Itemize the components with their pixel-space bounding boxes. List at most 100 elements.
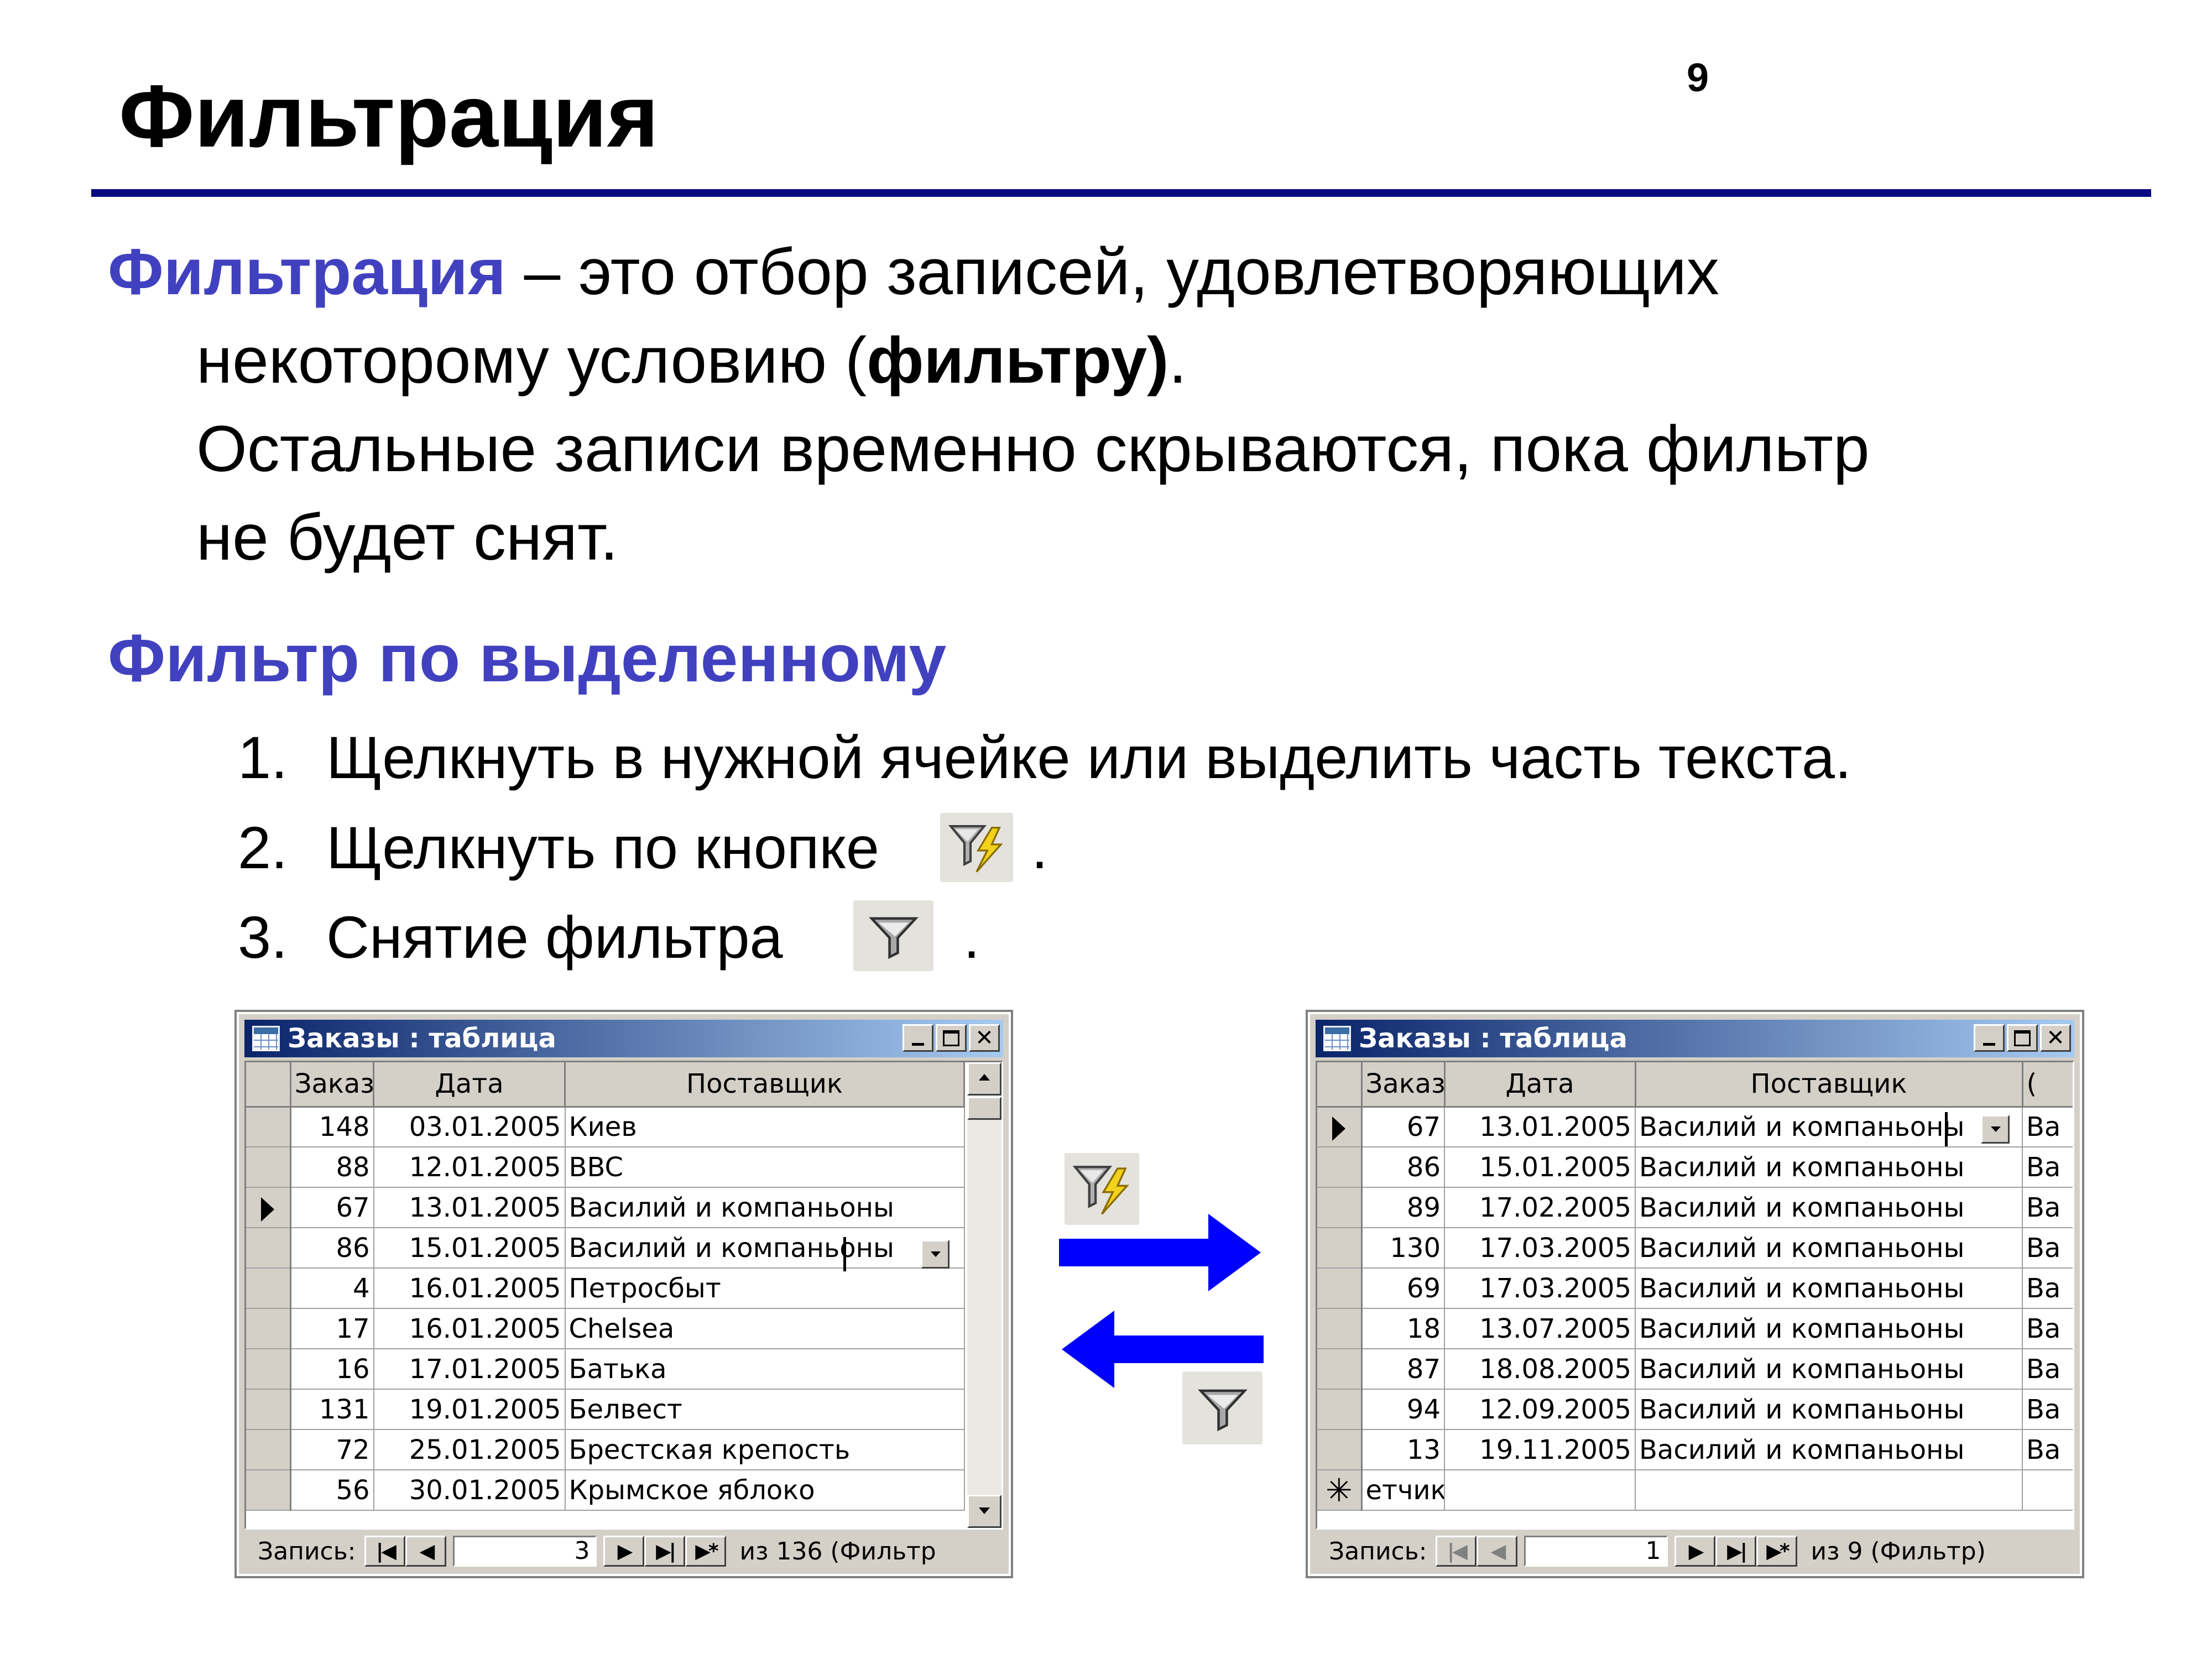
cell-supplier[interactable]: Белвест <box>565 1389 965 1430</box>
table-row[interactable]: 130 17.03.2005 Василий и компаньоны Ва <box>1317 1228 2073 1269</box>
cell-order[interactable]: 18 <box>1361 1308 1445 1349</box>
new-record-button[interactable]: ▶* <box>685 1536 727 1567</box>
column-header-date[interactable]: Дата <box>373 1062 566 1108</box>
cell-supplier[interactable]: Василий и компаньоны <box>1635 1228 2023 1269</box>
cell-supplier[interactable]: Chelsea <box>565 1308 965 1349</box>
table-row[interactable]: 17 16.01.2005 Chelsea <box>246 1308 965 1349</box>
cell-date[interactable]: 18.08.2005 <box>1444 1349 1636 1390</box>
scroll-up-button[interactable] <box>967 1062 1001 1095</box>
table-row[interactable]: 87 18.08.2005 Василий и компаньоны Ва <box>1317 1349 2073 1390</box>
column-header-order[interactable]: Заказ <box>1361 1062 1446 1108</box>
record-selector[interactable] <box>246 1308 291 1349</box>
minimize-button[interactable] <box>1974 1024 2005 1052</box>
last-record-button[interactable]: ▶| <box>1715 1536 1757 1567</box>
table-row[interactable]: 4 16.01.2005 Петросбыт <box>246 1268 965 1309</box>
table-row[interactable]: 86 15.01.2005 Василий и компаньоны Ва <box>1317 1147 2073 1188</box>
record-selector[interactable] <box>1317 1228 1363 1269</box>
cell-order[interactable]: 17 <box>290 1308 374 1349</box>
cell-date[interactable]: 25.01.2005 <box>373 1430 566 1470</box>
cell-empty[interactable] <box>1635 1470 2023 1511</box>
record-number-input[interactable]: 1 <box>1524 1536 1668 1567</box>
cell-date[interactable]: 30.01.2005 <box>373 1470 566 1511</box>
cell-order[interactable]: 69 <box>1361 1268 1445 1309</box>
cell-extra[interactable]: Ва <box>2022 1228 2073 1269</box>
record-number-input[interactable]: 3 <box>453 1536 597 1567</box>
cell-date[interactable]: 13.07.2005 <box>1444 1308 1636 1349</box>
record-selector[interactable] <box>1317 1349 1363 1390</box>
cell-date[interactable]: 15.01.2005 <box>373 1228 566 1269</box>
cell-extra[interactable]: Ва <box>2022 1268 2073 1309</box>
table-row[interactable]: 88 12.01.2005 BBC <box>246 1147 965 1188</box>
minimize-button[interactable] <box>902 1024 933 1052</box>
record-selector[interactable] <box>1317 1187 1363 1228</box>
record-selector[interactable] <box>246 1147 291 1188</box>
scroll-down-button[interactable] <box>967 1495 1001 1528</box>
close-button[interactable]: ✕ <box>2040 1024 2071 1052</box>
record-selector-header[interactable] <box>1317 1062 1363 1108</box>
cell-order[interactable]: 72 <box>290 1430 374 1470</box>
cell-supplier[interactable]: Василий и компаньоны <box>1635 1389 2023 1430</box>
cell-order[interactable]: 86 <box>290 1228 374 1269</box>
table-row[interactable]: 131 19.01.2005 Белвест <box>246 1389 965 1430</box>
record-selector[interactable] <box>246 1268 291 1309</box>
cell-order[interactable]: 148 <box>290 1107 374 1147</box>
new-record-row[interactable]: ✳етчик) <box>1317 1470 2073 1511</box>
table-row[interactable]: 94 12.09.2005 Василий и компаньоны Ва <box>1317 1389 2073 1430</box>
vertical-scrollbar[interactable] <box>967 1062 1001 1528</box>
cell-extra[interactable]: Ва <box>2022 1107 2073 1147</box>
record-selector[interactable] <box>246 1470 291 1511</box>
cell-extra[interactable]: Ва <box>2022 1389 2073 1430</box>
record-selector[interactable] <box>1317 1389 1363 1430</box>
table-row[interactable]: 69 17.03.2005 Василий и компаньоны Ва <box>1317 1268 2073 1309</box>
cell-order[interactable]: 4 <box>290 1268 374 1309</box>
window-title-bar[interactable]: Заказы : таблица ✕ <box>244 1020 1003 1057</box>
cell-supplier[interactable]: Брестская крепость <box>565 1430 965 1470</box>
cell-extra[interactable]: Ва <box>2022 1349 2073 1390</box>
cell-order[interactable]: 94 <box>1361 1389 1445 1430</box>
cell-order[interactable]: 56 <box>290 1470 374 1511</box>
cell-date[interactable]: 12.01.2005 <box>373 1147 566 1188</box>
cell-supplier[interactable]: BBC <box>565 1147 965 1188</box>
cell-supplier[interactable]: Василий и компаньоны <box>1635 1430 2023 1470</box>
cell-supplier[interactable]: Василий и компаньоны <box>565 1228 965 1269</box>
cell-supplier[interactable]: Батька <box>565 1349 965 1390</box>
cell-order[interactable]: 16 <box>290 1349 374 1390</box>
cell-date[interactable]: 13.01.2005 <box>1444 1107 1636 1147</box>
scroll-thumb[interactable] <box>967 1097 1001 1120</box>
window-title-bar[interactable]: Заказы : таблица ✕ <box>1316 1020 2074 1057</box>
cell-order[interactable]: 13 <box>1361 1430 1445 1470</box>
cell-extra[interactable]: Ва <box>2022 1187 2073 1228</box>
table-row[interactable]: 86 15.01.2005 Василий и компаньоны <box>246 1228 965 1269</box>
cell-date[interactable]: 17.03.2005 <box>1444 1268 1636 1309</box>
record-selector[interactable] <box>246 1187 291 1228</box>
supplier-dropdown-button[interactable] <box>1981 1115 2010 1144</box>
previous-record-button[interactable]: ◀ <box>1477 1536 1518 1567</box>
column-header-extra[interactable]: ( <box>2022 1062 2073 1108</box>
cell-supplier[interactable]: Василий и компаньоны <box>1635 1187 2023 1228</box>
cell-date[interactable]: 16.01.2005 <box>373 1308 566 1349</box>
table-row[interactable]: 67 13.01.2005 Василий и компаньоны Ва <box>1317 1107 2073 1147</box>
table-row[interactable]: 89 17.02.2005 Василий и компаньоны Ва <box>1317 1187 2073 1228</box>
record-selector[interactable]: ✳ <box>1317 1470 1363 1511</box>
column-header-supplier[interactable]: Поставщик <box>565 1062 965 1108</box>
cell-supplier[interactable]: Крымское яблоко <box>565 1470 965 1511</box>
table-row[interactable]: 18 13.07.2005 Василий и компаньоны Ва <box>1317 1308 2073 1349</box>
last-record-button[interactable]: ▶| <box>644 1536 686 1567</box>
table-row[interactable]: 72 25.01.2005 Брестская крепость <box>246 1430 965 1470</box>
cell-order[interactable]: етчик) <box>1361 1470 1445 1511</box>
table-row[interactable]: 16 17.01.2005 Батька <box>246 1349 965 1390</box>
close-button[interactable]: ✕ <box>969 1024 1000 1052</box>
column-header-supplier[interactable]: Поставщик <box>1635 1062 2023 1108</box>
cell-order[interactable]: 67 <box>1361 1107 1445 1147</box>
record-selector[interactable] <box>1317 1430 1363 1470</box>
table-row[interactable]: 56 30.01.2005 Крымское яблоко <box>246 1470 965 1511</box>
cell-supplier[interactable]: Василий и компаньоны <box>1635 1107 2023 1147</box>
first-record-button[interactable]: |◀ <box>1436 1536 1477 1567</box>
record-selector[interactable] <box>246 1349 291 1390</box>
cell-empty[interactable] <box>1444 1470 1636 1511</box>
cell-supplier[interactable]: Василий и компаньоны <box>1635 1268 2023 1309</box>
cell-order[interactable]: 89 <box>1361 1187 1445 1228</box>
cell-supplier[interactable]: Петросбыт <box>565 1268 965 1309</box>
table-row[interactable]: 148 03.01.2005 Киев <box>246 1107 965 1147</box>
table-row[interactable]: 13 19.11.2005 Василий и компаньоны Ва <box>1317 1430 2073 1470</box>
